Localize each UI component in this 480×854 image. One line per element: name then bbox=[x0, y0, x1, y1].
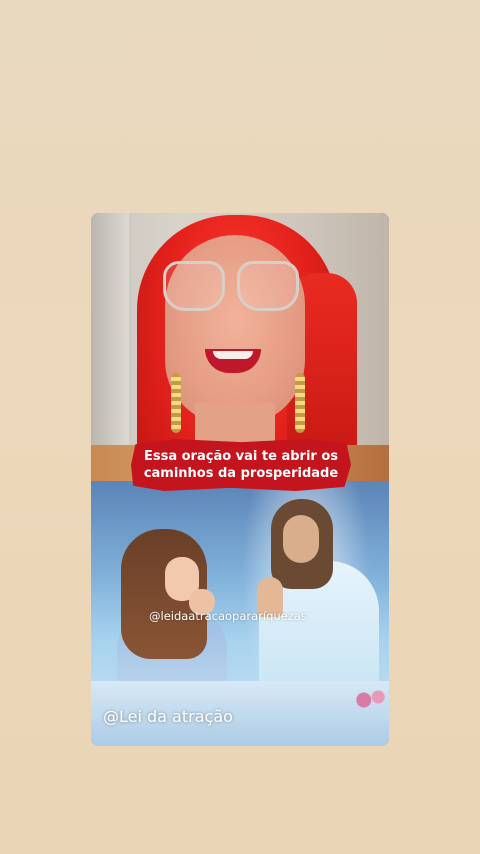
caption-line-1: Essa oração vai te abrir os bbox=[143, 449, 339, 464]
caption-line-2: caminhos da prosperidade bbox=[143, 466, 339, 481]
caption-banner: Essa oração vai te abrir os caminhos da … bbox=[131, 439, 351, 491]
glasses-right-lens bbox=[237, 261, 299, 311]
glasses-left-lens bbox=[163, 261, 225, 311]
earring-left bbox=[171, 373, 181, 433]
speaker-video-panel bbox=[91, 213, 389, 481]
earring-right bbox=[295, 373, 305, 433]
watermark-handle: @leidaatracaopararíquezas bbox=[149, 609, 307, 623]
flowers-decoration bbox=[353, 685, 389, 715]
video-card[interactable]: Essa oração vai te abrir os caminhos da … bbox=[91, 213, 389, 746]
watermark-channel: @Lei da atração bbox=[103, 707, 233, 726]
background-wall bbox=[91, 213, 129, 481]
jesus-face bbox=[283, 515, 319, 563]
